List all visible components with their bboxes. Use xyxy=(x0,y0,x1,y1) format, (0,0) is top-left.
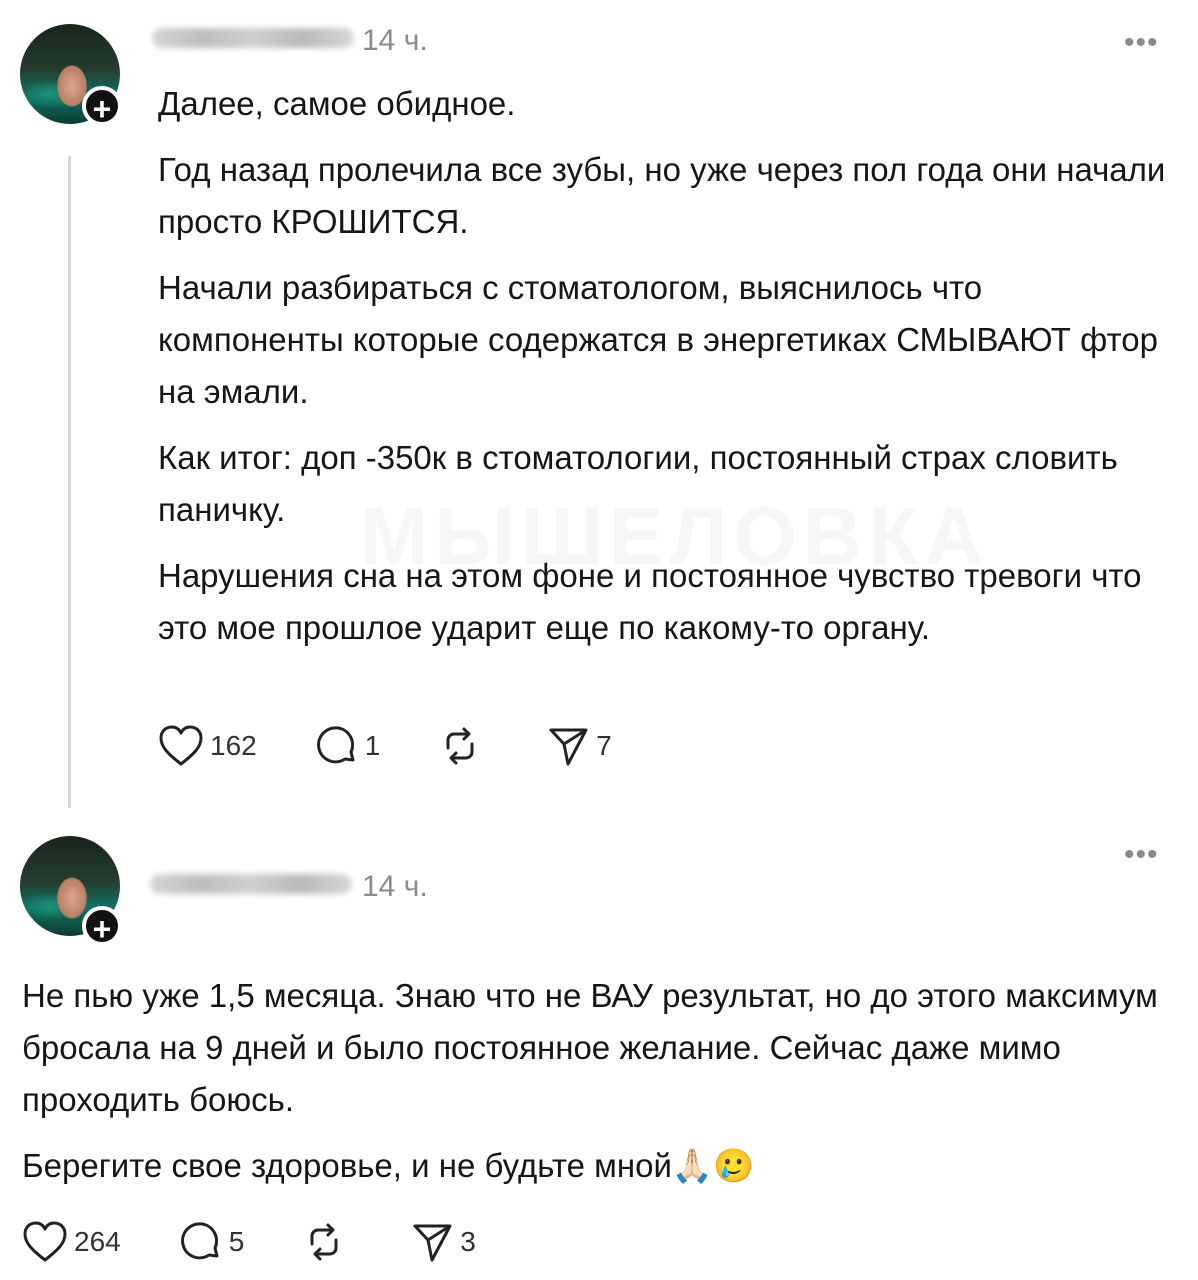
comment-button[interactable]: 5 xyxy=(179,1220,245,1264)
post-paragraph: Берегите свое здоровье, и не будьте мной… xyxy=(22,1147,755,1184)
post-text: Не пью уже 1,5 месяца. Знаю что не ВАУ р… xyxy=(22,970,1172,1206)
send-icon xyxy=(413,1224,452,1262)
comment-count: 1 xyxy=(364,730,381,761)
post-actions: 162 1 7 xyxy=(158,724,670,768)
comment-count: 5 xyxy=(228,1226,245,1257)
heart-icon xyxy=(23,1221,67,1262)
more-icon[interactable]: ••• xyxy=(1124,840,1159,870)
comment-icon xyxy=(316,726,355,764)
like-button[interactable]: 162 xyxy=(158,724,257,768)
like-button[interactable]: 264 xyxy=(22,1220,121,1264)
repost-icon xyxy=(310,1223,338,1261)
post-time: 14 ч. xyxy=(362,24,428,57)
repost-button[interactable] xyxy=(438,724,488,768)
plus-icon[interactable]: + xyxy=(82,906,122,947)
heart-icon xyxy=(159,725,203,766)
post-paragraph: Год назад пролечила все зубы, но уже чер… xyxy=(158,151,1166,240)
comment-button[interactable]: 1 xyxy=(315,724,381,768)
thread-post-1: + 14 ч. ••• Далее, самое обидное. Год на… xyxy=(0,0,1198,820)
like-count: 162 xyxy=(210,730,257,761)
thread-post-2: + 14 ч. ••• Не пью уже 1,5 месяца. Знаю … xyxy=(0,820,1198,1280)
share-count: 7 xyxy=(596,730,612,761)
post-actions: 264 5 3 xyxy=(22,1220,534,1264)
like-count: 264 xyxy=(74,1226,121,1257)
share-button[interactable]: 3 xyxy=(410,1220,476,1264)
watermark: МЫШЕЛОВКА xyxy=(360,490,989,584)
share-button[interactable]: 7 xyxy=(546,724,612,768)
post-time: 14 ч. xyxy=(362,870,428,903)
plus-icon[interactable]: + xyxy=(82,86,122,127)
username[interactable] xyxy=(152,28,354,48)
send-icon xyxy=(549,728,588,766)
thread-line xyxy=(68,156,71,808)
repost-button[interactable] xyxy=(302,1220,352,1264)
comment-icon xyxy=(180,1222,219,1260)
post-paragraph: Далее, самое обидное. xyxy=(158,85,516,122)
username[interactable] xyxy=(150,874,352,894)
share-count: 3 xyxy=(460,1226,476,1257)
more-icon[interactable]: ••• xyxy=(1124,28,1159,58)
repost-icon xyxy=(446,727,474,765)
post-paragraph: Начали разбираться с стоматологом, выясн… xyxy=(158,269,1158,410)
post-paragraph: Не пью уже 1,5 месяца. Знаю что не ВАУ р… xyxy=(22,977,1158,1118)
